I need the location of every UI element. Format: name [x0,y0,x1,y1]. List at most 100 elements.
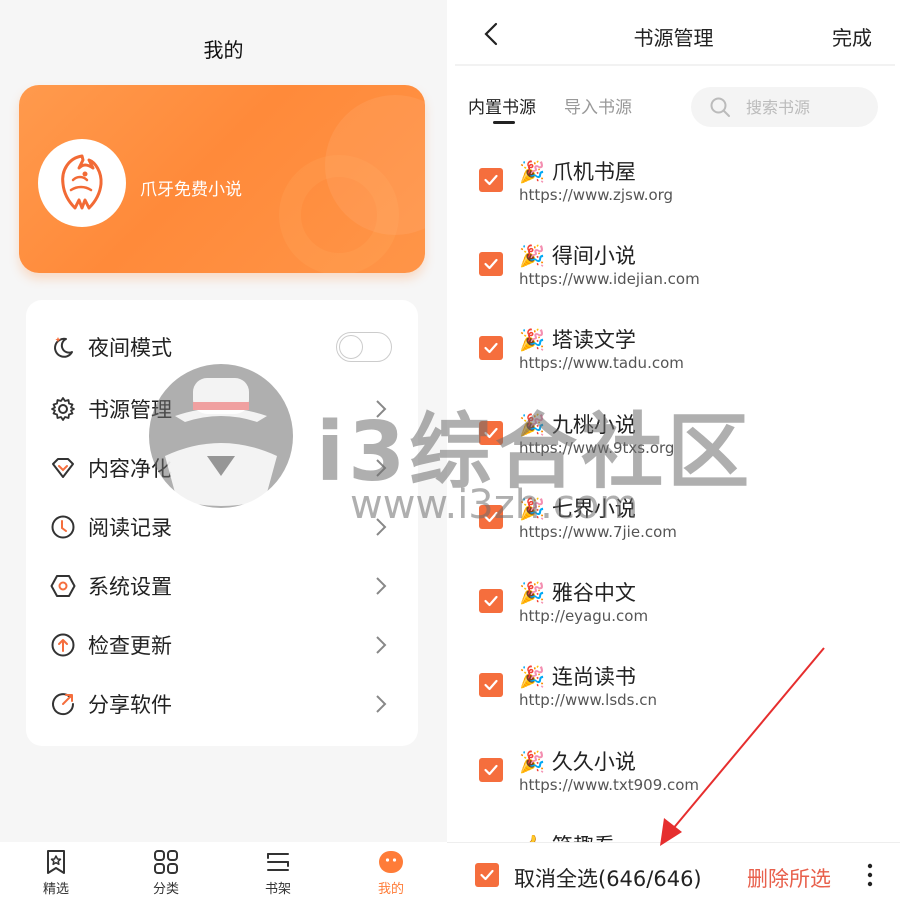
source-item[interactable]: 🎉 雅谷中文 http://eyagu.com [447,557,900,641]
page-title: 我的 [203,38,244,62]
search-input[interactable] [746,87,866,127]
source-item[interactable]: 🎉 连尚读书 http://www.lsds.cn [447,641,900,725]
face-icon [379,851,403,873]
bookshelf-icon [267,853,289,871]
source-url: https://www.9txs.org [519,439,675,457]
party-popper-icon: 🎉 [519,497,546,521]
menu-item-share-app[interactable]: 分享软件 [26,675,418,733]
select-all-checkbox[interactable] [475,863,499,887]
source-name: 🎉 连尚读书 [519,665,636,689]
menu-item-content-filter[interactable]: 内容净化 [26,439,418,497]
source-item[interactable]: 🎉 塔读文学 https://www.tadu.com [447,304,900,388]
menu-item-check-update[interactable]: 检查更新 [26,616,418,674]
menu-label: 内容净化 [88,457,172,481]
menu-label: 系统设置 [88,575,172,599]
avatar[interactable] [38,139,126,227]
check-icon [484,174,498,186]
source-name: 🎉 雅谷中文 [519,581,636,605]
source-name: 🎉 九桃小说 [519,413,636,437]
tab-import-sources[interactable]: 导入书源 [564,93,632,118]
party-popper-icon: 🎉 [519,244,546,268]
source-url: http://eyagu.com [519,607,649,625]
hexagon-settings-icon [50,575,76,597]
chevron-right-icon [376,636,387,654]
source-checkbox[interactable] [479,168,503,192]
source-item[interactable]: 🎉 爪机书屋 https://www.zjsw.org [447,136,900,220]
menu-item-reading-history[interactable]: 阅读记录 [26,498,418,556]
source-checkbox[interactable] [479,421,503,445]
toggle-knob [339,335,363,359]
party-popper-icon: 🎉 [519,581,546,605]
source-checkbox[interactable] [479,505,503,529]
share-icon [52,693,75,716]
source-list: 🎉 爪机书屋 https://www.zjsw.org 🎉 得间小说 https… [447,136,900,842]
nav-tab-bookshelf[interactable]: 书架 [222,842,334,898]
search-box[interactable] [691,87,878,127]
menu-item-night-mode[interactable]: 夜间模式 [26,318,418,376]
chevron-right-icon [376,577,387,595]
moon-icon [54,337,73,358]
night-mode-toggle[interactable] [336,332,392,362]
source-checkbox[interactable] [479,589,503,613]
source-name: 🎉 久久小说 [519,750,636,774]
settings-menu: 夜间模式 书源管理 内容净化 阅读记录 系统设置 检查更新 分享软件 [26,300,418,746]
header-divider [455,64,895,66]
deselect-all-label[interactable]: 取消全选(646/646) [514,863,702,893]
check-icon [484,258,498,270]
source-item[interactable]: 🎉 九桃小说 https://www.9txs.org [447,389,900,473]
source-item[interactable]: 🎉 七界小说 https://www.7jie.com [447,473,900,557]
check-icon [480,869,494,881]
source-url: https://www.7jie.com [519,523,677,541]
star-bookmark-icon [47,850,65,874]
party-popper-icon: 🎉 [519,413,546,437]
source-name: 👍 笔趣看 [519,830,615,842]
tab-builtin-sources[interactable]: 内置书源 [468,93,536,118]
source-checkbox[interactable] [479,673,503,697]
source-name: 🎉 塔读文学 [519,328,636,352]
source-item[interactable]: 👍 笔趣看 [447,810,900,842]
party-popper-icon: 🎉 [519,665,546,689]
nav-tab-featured[interactable]: 精选 [0,842,112,898]
check-icon [484,342,498,354]
source-checkbox[interactable] [479,336,503,360]
nav-tab-category[interactable]: 分类 [110,842,222,898]
source-url: https://www.tadu.com [519,354,684,372]
source-url: https://www.zjsw.org [519,186,674,204]
nav-label: 书架 [264,882,291,897]
nav-label: 分类 [152,882,179,897]
source-checkbox[interactable] [479,758,503,782]
nav-tab-mine[interactable]: 我的 [335,842,447,898]
source-name: 🎉 得间小说 [519,244,636,268]
delete-selected-button[interactable]: 删除所选 [747,863,831,893]
profile-name[interactable]: 爪牙免费小说 [140,175,242,200]
chevron-right-icon [376,459,387,477]
source-name: 🎉 爪机书屋 [519,160,636,184]
profile-card[interactable]: 爪牙免费小说 [19,85,425,273]
more-vertical-icon[interactable] [864,861,876,889]
gear-icon [51,397,75,421]
source-item[interactable]: 🎉 久久小说 https://www.txt909.com [447,726,900,810]
nav-label: 我的 [377,882,404,897]
chevron-right-icon [376,695,387,713]
source-url: http://www.lsds.cn [519,691,657,709]
menu-label: 检查更新 [88,634,172,658]
source-url: https://www.txt909.com [519,776,700,794]
menu-label: 书源管理 [88,398,172,422]
source-management-panel: 书源管理 完成 内置书源 导入书源 🎉 爪机书屋 https://www.zjs… [447,0,900,898]
diamond-icon [52,458,74,478]
clock-icon [51,515,75,539]
menu-label: 分享软件 [88,693,172,717]
done-button[interactable]: 完成 [832,22,872,51]
bottom-action-bar: 取消全选(646/646) 删除所选 [447,842,900,898]
source-item[interactable]: 🎉 得间小说 https://www.idejian.com [447,220,900,304]
active-tab-indicator [493,121,515,124]
source-url: https://www.idejian.com [519,270,700,288]
party-popper-icon: 🎉 [519,328,546,352]
source-checkbox[interactable] [479,252,503,276]
menu-item-source-management[interactable]: 书源管理 [26,380,418,438]
eagle-logo-icon [61,154,103,210]
menu-item-system-settings[interactable]: 系统设置 [26,557,418,615]
chevron-right-icon [376,518,387,536]
arrow-up-circle-icon [51,633,75,657]
menu-label: 阅读记录 [88,516,172,540]
